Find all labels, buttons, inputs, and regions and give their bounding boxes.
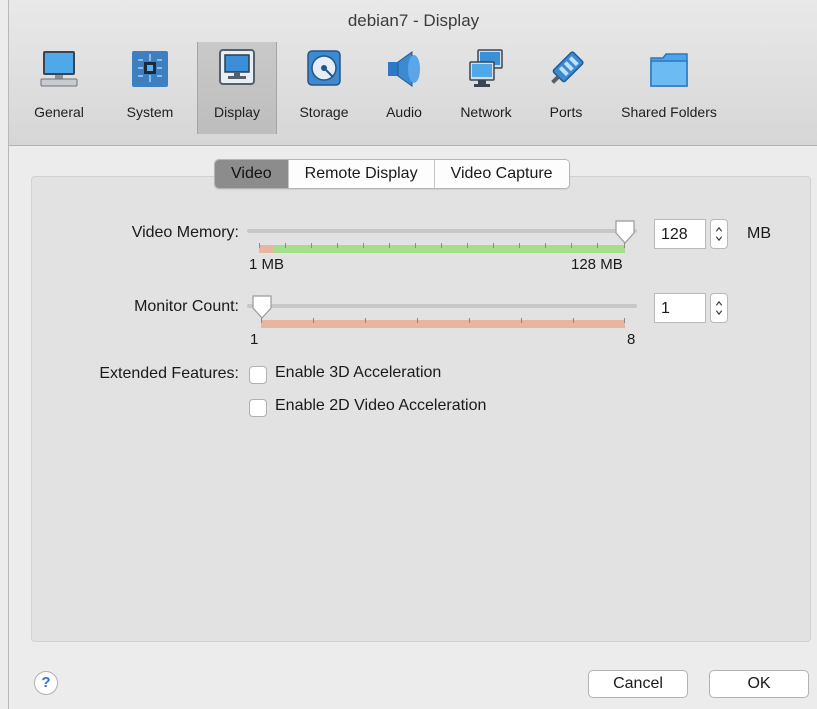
monitor-icon	[40, 51, 78, 87]
toolbar-item-display[interactable]: Display	[197, 42, 277, 134]
toolbar-item-general[interactable]: General	[25, 44, 93, 132]
monitor-count-slider-knob[interactable]	[251, 294, 273, 320]
chip-icon	[132, 51, 168, 87]
monitor-count-input[interactable]: 1	[654, 293, 706, 323]
video-memory-scale-low	[259, 245, 273, 253]
video-memory-stepper[interactable]	[710, 219, 728, 249]
toolbar-item-label: Ports	[549, 104, 583, 120]
window-title: debian7 - Display	[347, 11, 480, 30]
toolbar-item-shared-folders[interactable]: Shared Folders	[607, 44, 731, 132]
network-icon	[469, 49, 503, 87]
toolbar-item-label: System	[126, 104, 174, 120]
speaker-icon	[388, 51, 420, 87]
disk-icon	[307, 50, 341, 86]
toolbar-item-system[interactable]: System	[113, 44, 187, 132]
toolbar-item-label: Network	[460, 104, 512, 120]
monitor-count-slider-track[interactable]	[247, 304, 637, 308]
enable-2d-video-acceleration-checkbox[interactable]	[249, 399, 267, 417]
video-memory-unit: MB	[747, 225, 771, 242]
tab-bar: Video Remote Display Video Capture	[214, 159, 570, 189]
enable-3d-acceleration-label[interactable]: Enable 3D Acceleration	[275, 364, 441, 382]
toolbar-item-label: Audio	[386, 104, 422, 120]
monitor-count-min-label: 1	[250, 331, 259, 348]
plug-icon	[551, 51, 584, 84]
folder-icon	[650, 53, 688, 87]
monitor-count-max-label: 8	[627, 331, 636, 348]
toolbar-item-label: Storage	[299, 104, 349, 120]
video-memory-input[interactable]: 128	[654, 219, 706, 249]
toolbar-item-label: Shared Folders	[621, 104, 717, 120]
video-memory-max-label: 128 MB	[571, 256, 623, 273]
title-bar: debian7 - Display General System Display…	[9, 0, 817, 146]
dialog-window: debian7 - Display General System Display…	[8, 0, 817, 709]
enable-2d-video-acceleration-label[interactable]: Enable 2D Video Acceleration	[275, 397, 486, 415]
settings-toolbar: General System Display Storage Audio Net…	[9, 42, 817, 134]
tab-remote-display[interactable]: Remote Display	[287, 160, 434, 188]
toolbar-item-label: General	[34, 104, 84, 120]
toolbar-item-network[interactable]: Network	[449, 44, 523, 132]
tab-video[interactable]: Video	[215, 160, 288, 188]
enable-3d-acceleration-checkbox[interactable]	[249, 366, 267, 384]
toolbar-item-ports[interactable]: Ports	[539, 44, 593, 132]
toolbar-item-storage[interactable]: Storage	[289, 44, 359, 132]
video-memory-label: Video Memory:	[131, 224, 239, 241]
help-button[interactable]: ?	[34, 671, 58, 695]
monitor-count-label: Monitor Count:	[134, 298, 239, 315]
extended-features-label: Extended Features:	[99, 365, 239, 382]
toolbar-item-audio[interactable]: Audio	[375, 44, 433, 132]
tab-video-capture[interactable]: Video Capture	[433, 160, 569, 188]
display-icon	[219, 49, 255, 85]
video-memory-scale	[259, 243, 625, 253]
toolbar-item-label: Display	[214, 104, 260, 120]
ok-button[interactable]: OK	[709, 670, 809, 698]
cancel-button[interactable]: Cancel	[588, 670, 688, 698]
video-memory-min-label: 1 MB	[249, 256, 285, 273]
monitor-count-scale	[261, 318, 625, 328]
monitor-count-stepper[interactable]	[710, 293, 728, 323]
video-memory-slider-track[interactable]	[247, 229, 637, 233]
video-memory-slider-knob[interactable]	[614, 219, 636, 245]
